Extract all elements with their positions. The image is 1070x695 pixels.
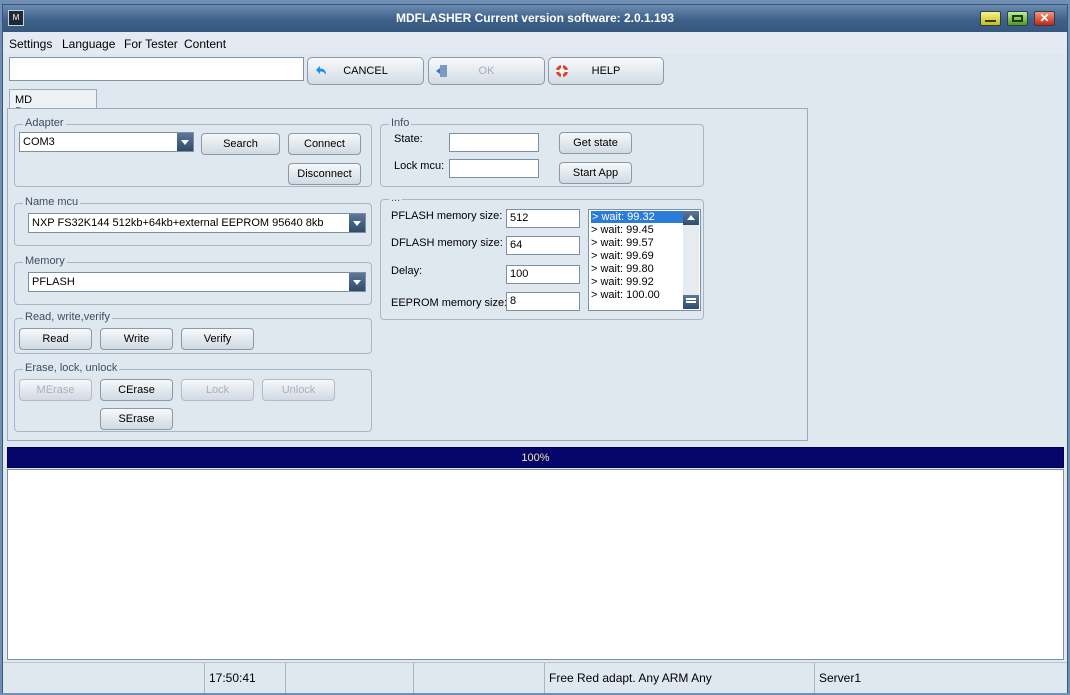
scroll-up-icon[interactable] <box>683 211 699 225</box>
info-group: Info State: Lock mcu: Get state Start Ap… <box>380 117 704 187</box>
erase-lock-group: Erase, lock, unlock MErase CErase Lock U… <box>14 362 372 432</box>
menu-for-tester[interactable]: For Tester <box>124 37 178 51</box>
window-title: MDFLASHER Current version software: 2.0.… <box>395 11 675 25</box>
status-log-list[interactable]: > wait: 99.32 > wait: 99.45 > wait: 99.5… <box>588 209 701 311</box>
merase-button[interactable]: MErase <box>19 379 92 401</box>
port-select[interactable]: COM3 <box>19 132 194 152</box>
close-button[interactable]: ✕ <box>1034 11 1055 26</box>
disconnect-button[interactable]: Disconnect <box>288 163 361 185</box>
sizes-group-title: ... <box>389 192 403 204</box>
chevron-down-icon[interactable] <box>349 214 365 232</box>
search-button[interactable]: Search <box>201 133 280 155</box>
app-window: M MDFLASHER Current version software: 2.… <box>2 4 1068 693</box>
list-item[interactable]: > wait: 99.69 <box>591 250 654 262</box>
get-state-button[interactable]: Get state <box>559 132 632 154</box>
ok-label: OK <box>478 65 495 77</box>
progress-label: 100% <box>521 452 550 464</box>
ok-button[interactable]: OK <box>428 57 545 85</box>
chevron-down-icon[interactable] <box>177 133 193 151</box>
info-group-title: Info <box>389 117 412 129</box>
serase-button[interactable]: SErase <box>100 408 173 430</box>
door-exit-icon <box>436 65 447 77</box>
close-icon: ✕ <box>1039 11 1050 25</box>
list-item[interactable]: > wait: 99.45 <box>591 224 654 236</box>
menu-bar: Settings Language For Tester Content <box>3 32 1067 54</box>
chevron-down-icon[interactable] <box>349 273 365 291</box>
pflash-size-field[interactable]: 512 <box>506 209 580 228</box>
list-item[interactable]: > wait: 99.57 <box>591 237 654 249</box>
eeprom-size-label: EEPROM memory size: <box>391 297 508 309</box>
command-input[interactable] <box>9 57 304 81</box>
delay-label: Delay: <box>391 265 423 277</box>
memory-select[interactable]: PFLASH <box>28 272 366 292</box>
status-cell-1 <box>3 663 205 693</box>
lock-mcu-label: Lock mcu: <box>394 160 445 172</box>
status-bar: 17:50:41 Free Red adapt. Any ARM Any Ser… <box>3 662 1067 693</box>
start-app-button[interactable]: Start App <box>559 162 632 184</box>
minimize-icon <box>985 20 996 22</box>
read-button[interactable]: Read <box>19 328 92 350</box>
status-cell-4 <box>414 663 545 693</box>
connect-button[interactable]: Connect <box>288 133 361 155</box>
lock-mcu-field[interactable] <box>449 159 539 178</box>
help-label: HELP <box>591 65 621 77</box>
undo-arrow-icon <box>316 66 326 75</box>
menu-content[interactable]: Content <box>184 37 226 51</box>
read-write-verify-group: Read, write,verify Read Write Verify <box>14 311 372 354</box>
port-value: COM3 <box>23 136 55 148</box>
maximize-icon <box>1012 15 1023 22</box>
status-cell-3 <box>286 663 414 693</box>
dflash-size-label: DFLASH memory size: <box>391 237 503 249</box>
menu-settings[interactable]: Settings <box>9 37 52 51</box>
adapter-group: Adapter COM3 Search Connect Disconnect <box>14 117 372 187</box>
pflash-size-label: PFLASH memory size: <box>391 210 503 222</box>
dflash-size-field[interactable]: 64 <box>506 236 580 255</box>
cerase-button[interactable]: CErase <box>100 379 173 401</box>
help-button[interactable]: HELP <box>548 57 664 85</box>
status-time: 17:50:41 <box>205 663 286 693</box>
delay-field[interactable]: 100 <box>506 265 580 284</box>
unlock-button[interactable]: Unlock <box>262 379 335 401</box>
adapter-group-title: Adapter <box>23 117 66 129</box>
rwv-group-title: Read, write,verify <box>23 311 112 323</box>
state-field[interactable] <box>449 133 539 152</box>
state-label: State: <box>394 133 423 145</box>
minimize-button[interactable] <box>980 11 1001 26</box>
name-mcu-group: Name mcu NXP FS32K144 512kb+64kb+externa… <box>14 196 372 246</box>
lifebuoy-icon <box>556 65 568 77</box>
tab-md-programmer[interactable]: MD Programmer <box>9 89 97 118</box>
lock-button[interactable]: Lock <box>181 379 254 401</box>
list-item[interactable]: > wait: 99.32 <box>591 211 683 223</box>
memory-value: PFLASH <box>32 276 75 288</box>
status-server: Server1 <box>819 671 862 685</box>
memory-group-title: Memory <box>23 255 67 267</box>
cancel-button[interactable]: CANCEL <box>307 57 424 85</box>
maximize-button[interactable] <box>1007 11 1028 26</box>
memory-group: Memory PFLASH <box>14 255 372 305</box>
list-item[interactable]: > wait: 99.92 <box>591 276 654 288</box>
mcu-select[interactable]: NXP FS32K144 512kb+64kb+external EEPROM … <box>28 213 366 233</box>
mcu-value: NXP FS32K144 512kb+64kb+external EEPROM … <box>32 217 324 229</box>
status-adapter-info: Free Red adapt. Any ARM Any <box>545 663 815 693</box>
list-item[interactable]: > wait: 99.80 <box>591 263 654 275</box>
scrollbar-track[interactable] <box>683 225 699 295</box>
progress-bar: 100% <box>7 447 1064 468</box>
cancel-label: CANCEL <box>343 65 388 77</box>
eeprom-size-field[interactable]: 8 <box>506 292 580 311</box>
name-mcu-group-title: Name mcu <box>23 196 81 208</box>
list-item[interactable]: > wait: 100.00 <box>591 289 660 301</box>
scroll-down-icon[interactable] <box>683 295 699 309</box>
write-button[interactable]: Write <box>100 328 173 350</box>
erase-group-title: Erase, lock, unlock <box>23 362 120 374</box>
menu-language[interactable]: Language <box>62 37 115 51</box>
title-bar[interactable]: M MDFLASHER Current version software: 2.… <box>3 5 1067 32</box>
verify-button[interactable]: Verify <box>181 328 254 350</box>
output-console[interactable] <box>7 469 1064 660</box>
